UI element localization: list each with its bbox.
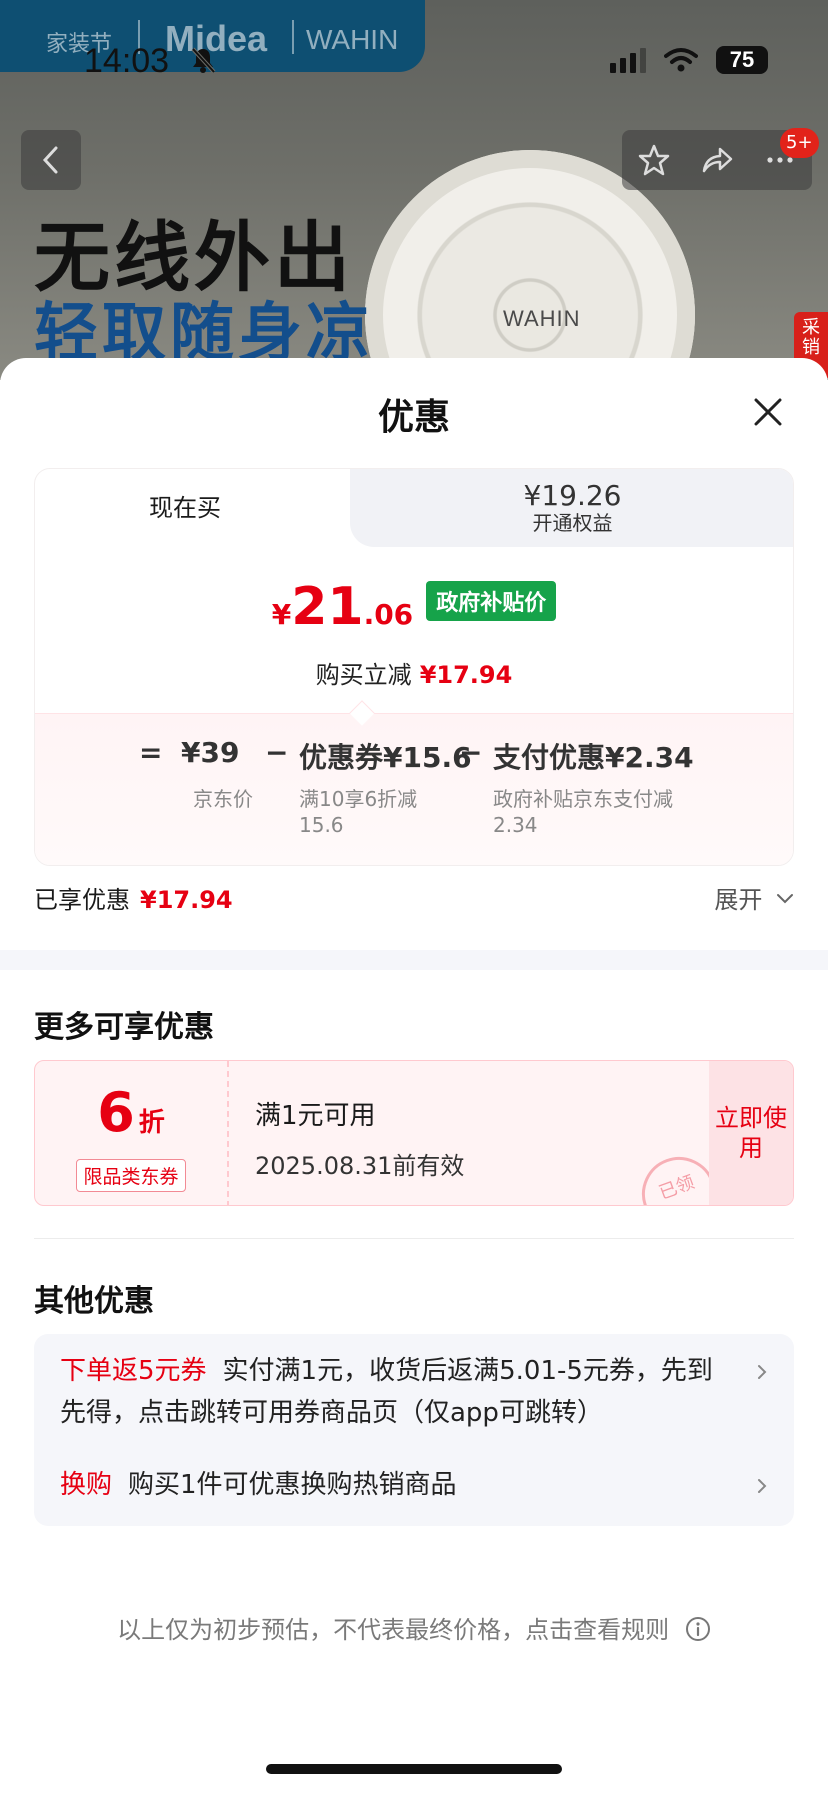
discount-sheet: 优惠 现在买 ¥19.26 开通权益 ¥21.06 政府补贴价 购买立减 ¥17.… (0, 358, 828, 1796)
wifi-icon (664, 48, 698, 72)
member-label: 开通权益 (532, 511, 613, 535)
final-price: ¥21.06 政府补贴价 (35, 577, 793, 637)
coupon-details: 满1元可用 2025.08.31前有效 (255, 1095, 464, 1181)
tab-buy-now[interactable]: 现在买 (35, 469, 375, 547)
jd-price-label: 京东价 (193, 787, 253, 811)
coupon-discount-unit: 折 (138, 1108, 165, 1138)
coupon-amount: 优惠券¥15.6 (299, 741, 472, 774)
breakdown-notch (349, 700, 375, 726)
coupon-scope-tag: 限品类东券 (76, 1159, 186, 1192)
coupon-discount-value: 6 (97, 1081, 135, 1144)
instant-discount: 购买立减 ¥17.94 (35, 655, 793, 690)
star-icon[interactable] (637, 143, 671, 177)
chevron-right-icon (758, 1479, 767, 1493)
tab-member-benefit[interactable]: ¥19.26 开通权益 (350, 469, 793, 547)
info-icon[interactable] (685, 1616, 711, 1642)
other-discounts-title: 其他优惠 (34, 1284, 154, 1319)
sheet-title: 优惠 (377, 397, 450, 438)
payment-discount: 支付优惠¥2.34 (493, 741, 694, 774)
other-item-tag: 换购 (60, 1470, 113, 1500)
back-button[interactable] (21, 130, 81, 190)
instant-discount-amount: ¥17.94 (419, 661, 513, 689)
close-icon[interactable] (748, 392, 788, 432)
minus-sign: − (265, 736, 289, 769)
expand-label: 展开 (714, 886, 763, 914)
price-card: 现在买 ¥19.26 开通权益 ¥21.06 政府补贴价 购买立减 ¥17.94 … (34, 468, 794, 866)
product-banner: 家装节 Midea WAHIN WAHIN 无线外出 轻取随身凉 14:03 7… (0, 0, 828, 380)
other-item-exchange[interactable]: 换购 购买1件可优惠换购热销商品 (60, 1464, 738, 1506)
home-indicator (266, 1764, 562, 1774)
use-now-button[interactable]: 立即使用 (709, 1061, 793, 1205)
status-time: 14:03 (84, 42, 170, 80)
enjoyed-amount: ¥17.94 (140, 886, 233, 914)
equals-sign: = (139, 736, 163, 769)
other-item-tag: 下单返5元券 (60, 1356, 207, 1386)
gov-subsidy-badge: 政府补贴价 (426, 581, 557, 621)
chevron-right-icon (758, 1365, 767, 1379)
mute-bell-icon (191, 47, 216, 74)
share-icon[interactable] (700, 143, 734, 177)
other-item-return-coupon[interactable]: 下单返5元券 实付满1元，收货后返满5.01-5元券，先到先得，点击跳转可用券商品… (60, 1350, 738, 1434)
status-indicators: 75 (610, 46, 768, 74)
coupon-discount: 6折 限品类东券 (35, 1061, 229, 1205)
battery-indicator: 75 (716, 46, 768, 74)
other-item-text: 购买1件可优惠换购热销商品 (128, 1470, 457, 1500)
enjoyed-label: 已享优惠 (34, 886, 130, 914)
fan-logo: WAHIN (503, 306, 581, 331)
enjoyed-discount: 已享优惠 ¥17.94 (34, 880, 233, 915)
other-discounts-card: 下单返5元券 实付满1元，收货后返满5.01-5元券，先到先得，点击跳转可用券商品… (34, 1334, 794, 1526)
chevron-down-icon (777, 894, 793, 904)
currency-symbol: ¥ (271, 598, 292, 631)
cellular-signal-icon (610, 47, 646, 73)
divider-line (34, 1238, 794, 1239)
expand-toggle[interactable]: 展开 (714, 880, 794, 915)
jd-price: ¥39 (181, 736, 240, 769)
coupon-desc: 满10享6折减15.6 (299, 787, 418, 837)
section-divider (0, 950, 828, 970)
coupon-expiry: 2025.08.31前有效 (255, 1152, 465, 1180)
member-price: ¥19.26 (523, 479, 622, 512)
minus-sign: − (459, 736, 483, 769)
disclaimer-text: 以上仅为初步预估，不代表最终价格，点击查看规则 (117, 1616, 670, 1644)
more-discounts-title: 更多可享优惠 (34, 1010, 214, 1045)
brand-right-label: WAHIN (306, 24, 399, 55)
chevron-left-icon (42, 146, 58, 174)
coupon-card[interactable]: 6折 限品类东券 满1元可用 2025.08.31前有效 已领 立即使用 (34, 1060, 794, 1206)
price-decimal: .06 (363, 598, 414, 631)
coupon-condition: 满1元可用 (255, 1101, 376, 1131)
price-integer: 21 (291, 577, 364, 637)
brand-divider (292, 20, 294, 54)
payment-desc: 政府补贴京东支付减2.34 (493, 787, 673, 837)
notification-badge: 5+ (780, 128, 819, 158)
disclaimer[interactable]: 以上仅为初步预估，不代表最终价格，点击查看规则 (0, 1610, 828, 1645)
brand-logo: Midea (165, 18, 268, 59)
price-breakdown: = ¥39 − 优惠券¥15.6 − 支付优惠¥2.34 京东价 满10享6折减… (35, 700, 793, 865)
instant-discount-label: 购买立减 (315, 661, 412, 689)
